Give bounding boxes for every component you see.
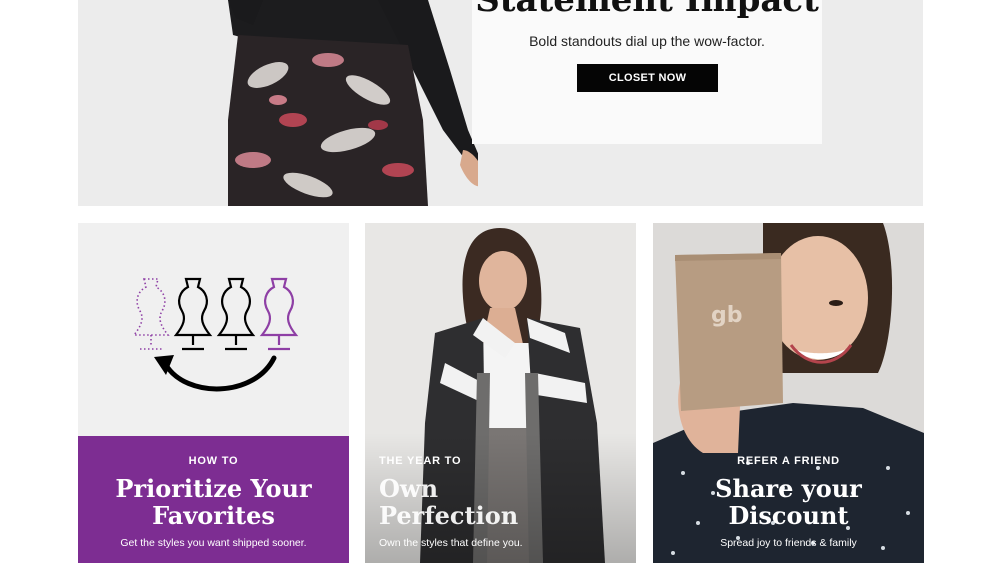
tile-description: Get the styles you want shipped sooner.	[120, 537, 307, 549]
hero-model-photo	[228, 0, 478, 206]
tile-description: Spread joy to friends & family	[720, 537, 857, 549]
tile-caption: THE YEAR TO Own Perfection Own the style…	[365, 436, 636, 563]
headline-line: Prioritize Your	[115, 474, 312, 503]
tile-headline: Own Perfection	[379, 475, 636, 529]
tile-headline: Share your Discount	[653, 475, 924, 529]
tile-eyebrow: HOW TO	[188, 455, 239, 467]
tile-eyebrow: THE YEAR TO	[379, 455, 462, 467]
dress-form-icon	[173, 277, 213, 351]
tile-description: Own the styles that define you.	[379, 537, 523, 549]
dress-form-purple-icon	[259, 277, 299, 351]
dress-form-dotted-icon	[132, 278, 170, 350]
tile-own-perfection[interactable]: THE YEAR TO Own Perfection Own the style…	[365, 223, 636, 563]
tile-prioritize-favorites[interactable]: HOW TO Prioritize Your Favorites Get the…	[78, 223, 349, 563]
tile-eyebrow: REFER A FRIEND	[737, 455, 840, 467]
hero-subtitle: Bold standouts dial up the wow-factor.	[529, 33, 765, 49]
headline-line: Own	[379, 474, 439, 503]
headline-line: Favorites	[152, 501, 275, 530]
curved-arrow-icon	[163, 355, 277, 392]
headline-line: Share your	[715, 474, 862, 503]
hero-promo-card: Statement Impact Bold standouts dial up …	[472, 0, 822, 144]
tile-share-discount[interactable]: gb REFER A FRIEND Share your Discount Sp…	[653, 223, 924, 563]
hero-banner[interactable]: Statement Impact Bold standouts dial up …	[78, 0, 923, 206]
tile-caption: REFER A FRIEND Share your Discount Sprea…	[653, 436, 924, 563]
headline-line: Perfection	[379, 501, 519, 530]
dress-form-icon	[216, 277, 256, 351]
closet-now-button[interactable]: CLOSET NOW	[577, 64, 718, 92]
headline-line: Discount	[728, 501, 849, 530]
hero-title: Statement Impact	[475, 0, 819, 20]
gb-logo: gb	[711, 303, 743, 328]
tile-headline: Prioritize Your Favorites	[78, 475, 349, 529]
tile-caption: HOW TO Prioritize Your Favorites Get the…	[78, 436, 349, 563]
